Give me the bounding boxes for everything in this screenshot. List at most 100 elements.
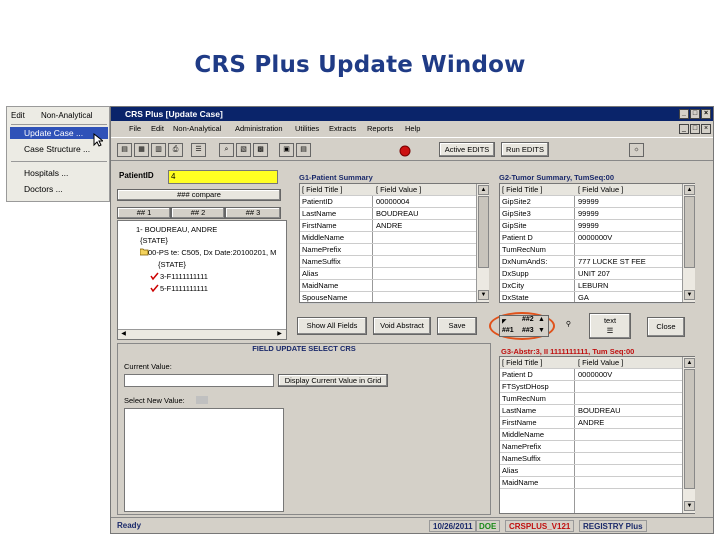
scroll-thumb[interactable]	[478, 196, 489, 268]
scroll-up-arrow[interactable]: ▲	[684, 358, 695, 368]
display-current-value-button[interactable]: Display Current Value in Grid	[278, 374, 388, 387]
g3-row[interactable]: TumRecNum	[500, 393, 682, 405]
tree-primary-site[interactable]: 00-PS te: C505, Dx Date:20100201, M	[148, 248, 276, 257]
g2-row[interactable]: DxState GA	[500, 292, 682, 304]
scroll-down-arrow[interactable]: ▼	[684, 501, 695, 511]
tree-state[interactable]: {STATE}	[158, 260, 186, 269]
grid-icon[interactable]: ▦	[134, 143, 149, 157]
table-icon[interactable]: ▥	[151, 143, 166, 157]
tab-1[interactable]: ## 1	[117, 207, 171, 219]
g3-row[interactable]: MiddleName	[500, 429, 682, 441]
doc-restore-button[interactable]: □	[690, 124, 700, 134]
current-value-input[interactable]	[124, 374, 274, 387]
g3-row[interactable]: Alias	[500, 465, 682, 477]
menu-help[interactable]: Help	[405, 122, 420, 136]
menu-item-doctors[interactable]: Doctors ...	[10, 183, 108, 195]
calendar-icon[interactable]: ▩	[253, 143, 268, 157]
zoom-icon[interactable]: ⌕	[219, 143, 234, 157]
list-icon[interactable]: ☰	[191, 143, 206, 157]
g1-vertical-scrollbar[interactable]: ▲ ▼	[476, 184, 489, 302]
menu-item-hospitals[interactable]: Hospitals ...	[10, 167, 108, 179]
g3-row[interactable]: MaidName	[500, 477, 682, 489]
scroll-right-arrow[interactable]: ▶	[275, 330, 284, 339]
doc-close-button[interactable]: ×	[701, 124, 711, 134]
maximize-button[interactable]: □	[690, 109, 700, 119]
menu-non-analytical[interactable]: Non-Analytical	[41, 111, 93, 120]
document-icon[interactable]: ▣	[279, 143, 294, 157]
menu-edit[interactable]: Edit	[151, 122, 164, 136]
g2-row[interactable]: GipSite3 99999	[500, 208, 682, 220]
g3-row[interactable]: Patient D 0000000V	[500, 369, 682, 381]
report-icon[interactable]: ▧	[236, 143, 251, 157]
g1-row[interactable]: LastName BOUDREAU	[300, 208, 476, 220]
g1-row[interactable]: MiddleName	[300, 232, 476, 244]
g3-row[interactable]: NamePrefix	[500, 441, 682, 453]
scroll-thumb[interactable]	[684, 196, 695, 268]
g2-row[interactable]: TumRecNum	[500, 244, 682, 256]
g1-row[interactable]: Alias	[300, 268, 476, 280]
nav-up-arrow[interactable]: ▲	[538, 316, 545, 323]
save-button[interactable]: Save	[437, 317, 477, 335]
scroll-up-arrow[interactable]: ▲	[684, 185, 695, 195]
tree-state[interactable]: {STATE}	[140, 236, 168, 245]
g2-row[interactable]: DxNumAndS: 777 LUCKE ST FEE	[500, 256, 682, 268]
g3-vertical-scrollbar[interactable]: ▲ ▼	[682, 357, 695, 513]
g2-row[interactable]: GipSite 99999	[500, 220, 682, 232]
g1-row[interactable]: MaidName	[300, 280, 476, 292]
menu-edit[interactable]: Edit	[11, 111, 25, 120]
nav-left-label[interactable]: ##1	[502, 327, 514, 334]
scroll-up-arrow[interactable]: ▲	[478, 185, 489, 195]
tree-abstract[interactable]: 5-F1111111111	[160, 284, 208, 293]
g1-row[interactable]: NameSuffix	[300, 256, 476, 268]
g2-row[interactable]: Patient D 0000000V	[500, 232, 682, 244]
nav-top-label[interactable]: ##2	[522, 316, 534, 323]
g3-row[interactable]: FTSystDHosp	[500, 381, 682, 393]
tree-abstract[interactable]: 3-F1111111111	[160, 272, 208, 281]
close-button[interactable]: Close	[647, 317, 685, 337]
menu-administration[interactable]: Administration	[235, 122, 283, 136]
scroll-down-arrow[interactable]: ▼	[684, 290, 695, 300]
tool-icon[interactable]: ⚲	[561, 319, 576, 333]
horizontal-scrollbar[interactable]: ◀ ▶	[118, 329, 286, 339]
g1-row[interactable]: SpouseName	[300, 292, 476, 304]
nav-left-arrow[interactable]: ◤	[502, 318, 507, 325]
g1-row[interactable]: PatientID 00000004	[300, 196, 476, 208]
menu-utilities[interactable]: Utilities	[295, 122, 319, 136]
menu-extracts[interactable]: Extracts	[329, 122, 356, 136]
scroll-down-arrow[interactable]: ▼	[478, 290, 489, 300]
g2-row[interactable]: GipSite2 99999	[500, 196, 682, 208]
g3-row[interactable]: NameSuffix	[500, 453, 682, 465]
tree-patient[interactable]: 1- BOUDREAU, ANDRE	[136, 225, 217, 234]
g3-row[interactable]: LastName BOUDREAU	[500, 405, 682, 417]
open-icon[interactable]: ▤	[117, 143, 132, 157]
run-edits-button[interactable]: Run EDITS	[501, 142, 549, 157]
tab-2[interactable]: ## 2	[171, 207, 225, 219]
tab-3[interactable]: ## 3	[225, 207, 281, 219]
doc-minimize-button[interactable]: _	[679, 124, 689, 134]
scroll-left-arrow[interactable]: ◀	[119, 330, 128, 339]
notes-icon[interactable]: ▤	[296, 143, 311, 157]
void-abstract-button[interactable]: Void Abstract	[373, 317, 431, 335]
stop-icon[interactable]	[399, 145, 411, 157]
compare-button[interactable]: ### compare	[117, 189, 281, 201]
new-value-list[interactable]	[124, 408, 284, 512]
g2-vertical-scrollbar[interactable]: ▲ ▼	[682, 184, 695, 302]
menu-file[interactable]: File	[129, 122, 141, 136]
active-edits-button[interactable]: Active EDITS	[439, 142, 495, 157]
g3-row[interactable]: FirstName ANDRE	[500, 417, 682, 429]
g1-row[interactable]: NamePrefix	[300, 244, 476, 256]
show-all-fields-button[interactable]: Show All Fields	[297, 317, 367, 335]
menu-non-analytical[interactable]: Non-Analytical	[173, 122, 221, 136]
patient-id-input[interactable]: 4	[168, 170, 278, 184]
nav-down-arrow[interactable]: ▼	[538, 327, 545, 334]
g1-row[interactable]: FirstName ANDRE	[300, 220, 476, 232]
g2-row[interactable]: DxCity LEBURN	[500, 280, 682, 292]
text-button[interactable]: text ☰	[589, 313, 631, 339]
nav-bottom-label[interactable]: ##3	[522, 327, 534, 334]
close-window-button[interactable]: ×	[701, 109, 711, 119]
g2-row[interactable]: DxSupp UNIT 207	[500, 268, 682, 280]
nav-arrows-control[interactable]: ◤ ##2 ▲ ##1 ##3 ▼	[499, 315, 549, 337]
scroll-thumb[interactable]	[684, 369, 695, 489]
menu-reports[interactable]: Reports	[367, 122, 393, 136]
lightbulb-icon[interactable]: ☼	[629, 143, 644, 157]
